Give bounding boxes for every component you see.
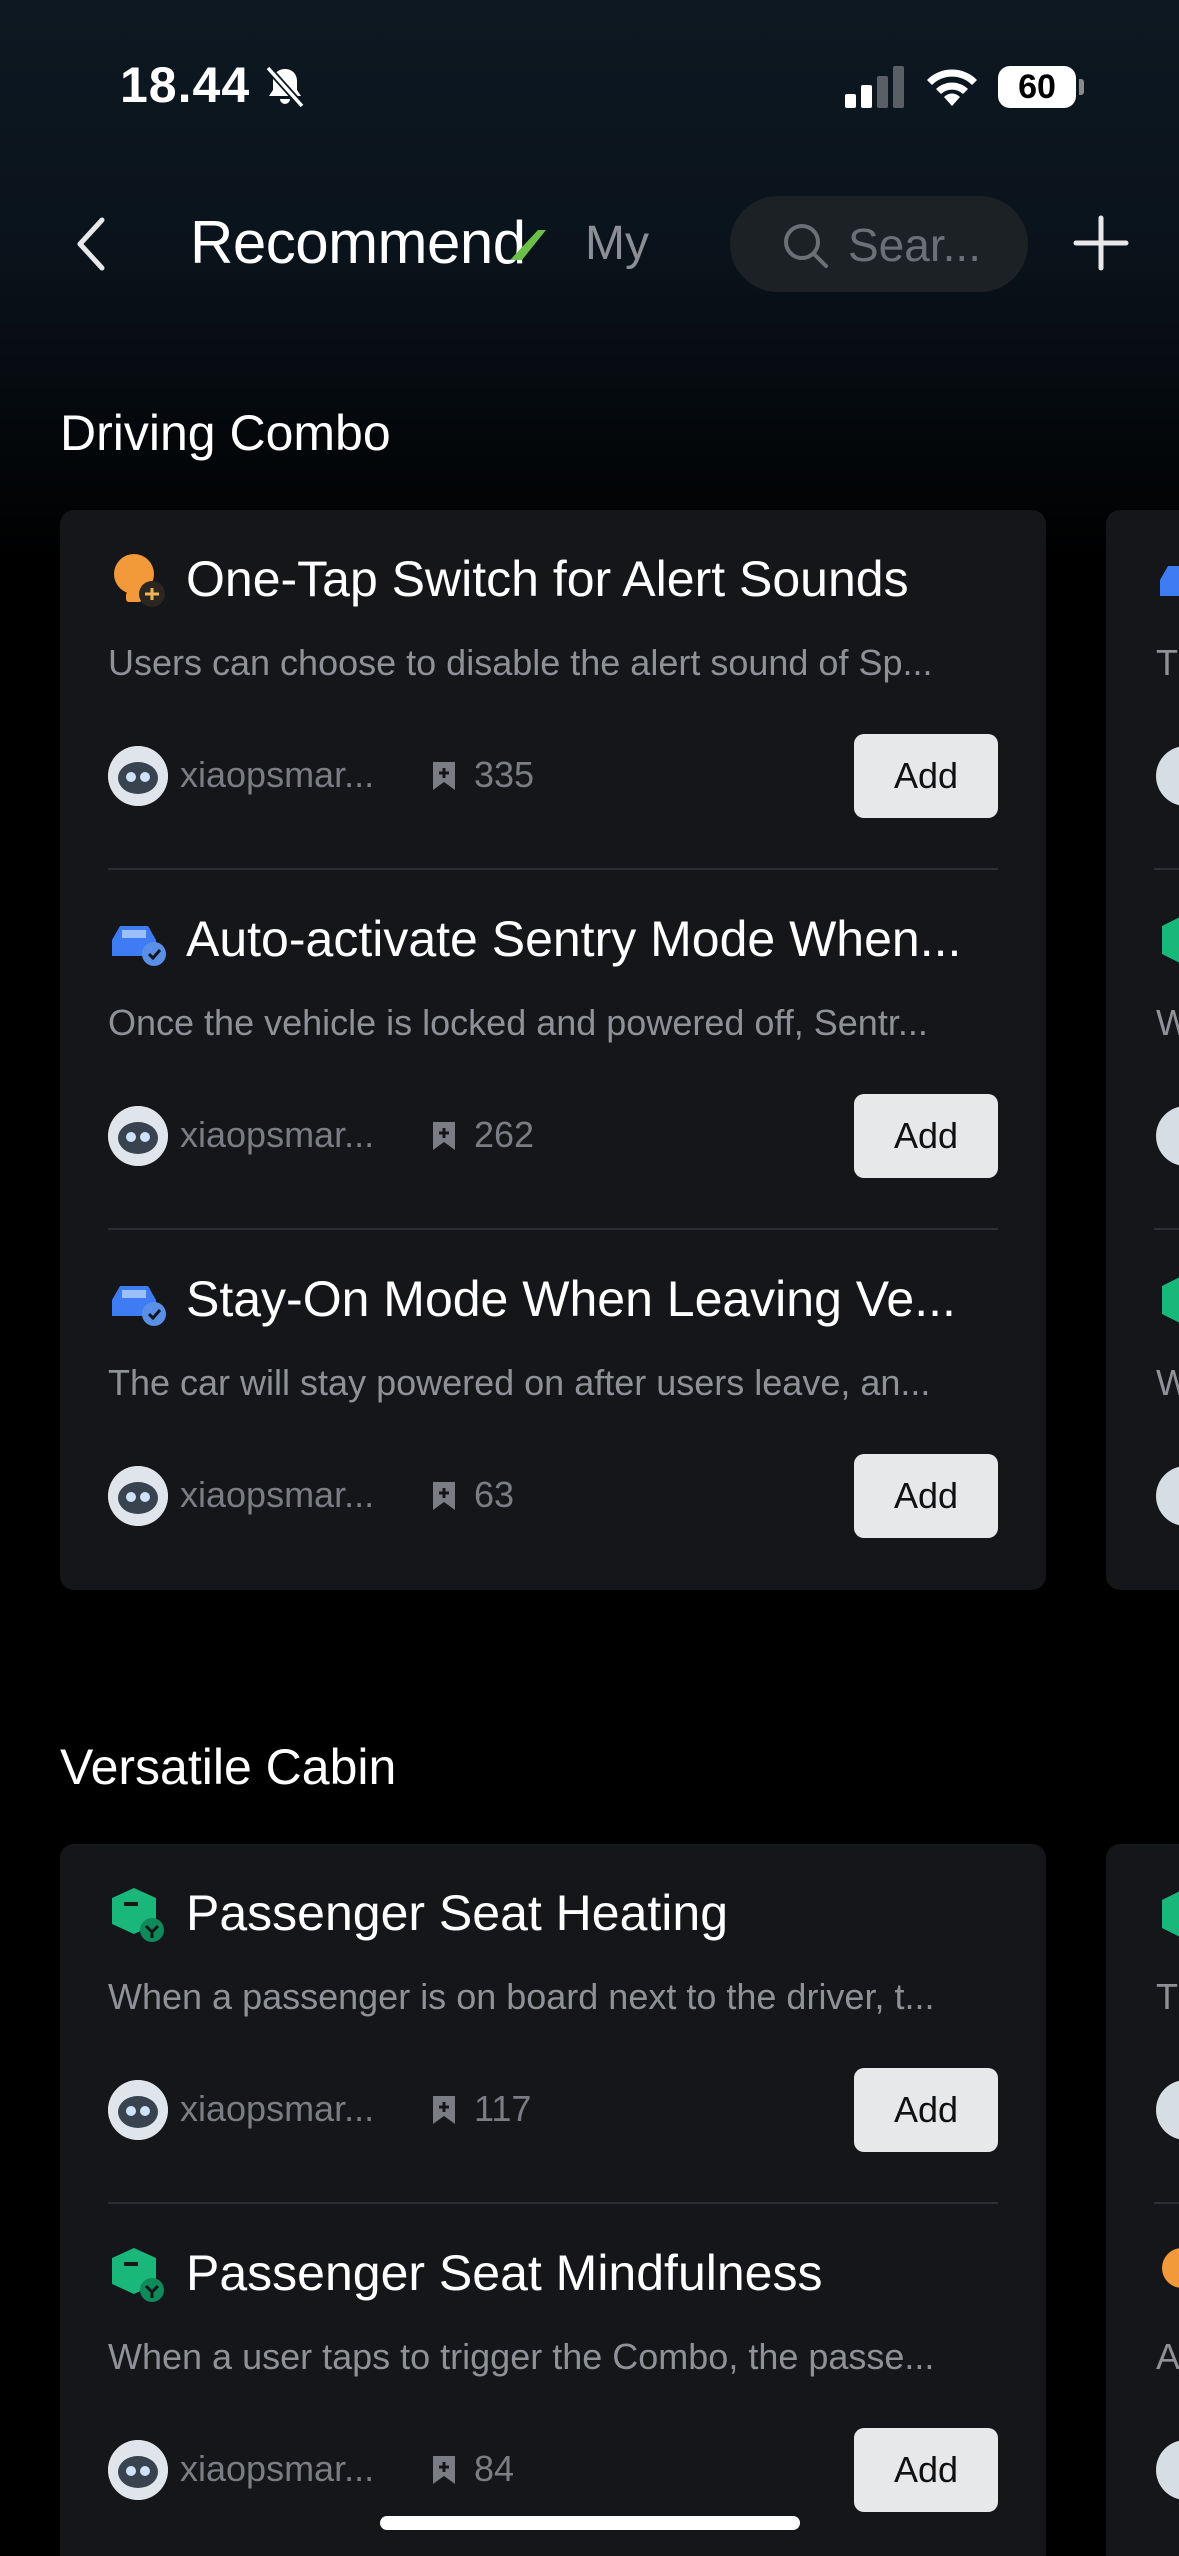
bookmark-icon [433,2456,455,2484]
battery-tip [1079,79,1084,95]
avatar [108,2440,168,2500]
search-input[interactable]: Sear... [730,196,1028,292]
author-name: xiaopsmar... [180,1114,375,1155]
add-button[interactable]: Add [854,1094,998,1178]
combo-card: One-Tap Switch for Alert Sounds Users ca… [60,510,1046,1590]
author-name: xiaopsmar... [180,2448,375,2489]
search-icon [784,224,828,268]
combo-item[interactable]: Passenger Seat Mindfulness When a user t… [108,2204,998,2556]
item-title: Passenger Seat Heating [186,1885,729,1941]
avatar [108,1106,168,1166]
divider [1154,1228,1179,1230]
add-button[interactable]: Add [854,2428,998,2512]
save-count: 262 [474,1114,535,1155]
add-button[interactable]: Add [854,1454,998,1538]
item-title: Passenger Seat Mindfulness [186,2245,823,2301]
peek-description: T [1156,1976,1178,2017]
bulb-icon [1162,2248,1179,2288]
save-count: 84 [474,2448,515,2489]
peek-description: W [1156,1002,1179,1043]
item-title: Auto-activate Sentry Mode When... [186,911,962,967]
author-name: xiaopsmar... [180,754,375,795]
add-button[interactable]: Add [854,2068,998,2152]
avatar [1156,746,1179,806]
seat-cube-icon [1162,917,1179,963]
battery-indicator: 60 [998,66,1076,108]
plus-icon[interactable] [1072,214,1130,272]
back-icon[interactable] [66,212,122,276]
divider [1154,868,1179,870]
car-icon [112,1286,166,1326]
bulb-icon [114,554,165,607]
bell-slash-icon [265,65,305,109]
peek-description: W [1156,1362,1179,1403]
add-button[interactable]: Add [854,734,998,818]
tab-my[interactable]: My [585,216,649,271]
tab-recommend[interactable]: Recommend [190,208,526,277]
item-description: Users can choose to disable the alert so… [108,642,933,683]
avatar [1156,2080,1179,2140]
combo-item[interactable]: One-Tap Switch for Alert Sounds Users ca… [108,510,998,870]
next-combo-card[interactable]: T A [1106,1844,1179,2556]
car-icon [1160,566,1179,596]
avatar [1156,1106,1179,1166]
combo-item[interactable]: Auto-activate Sentry Mode When... Once t… [108,870,998,1230]
seat-cube-icon [1162,1277,1179,1323]
item-description: The car will stay powered on after users… [108,1362,931,1403]
active-tab-indicator [510,230,546,260]
bookmark-icon [433,762,455,790]
item-description: Once the vehicle is locked and powered o… [108,1002,928,1043]
avatar [1156,1466,1179,1526]
seat-cube-icon [112,1888,164,1942]
home-indicator[interactable] [380,2516,800,2530]
section-title: Versatile Cabin [60,1739,397,1795]
save-count: 335 [474,754,535,795]
car-icon [112,926,166,966]
status-time: 18.44 [120,57,251,113]
wifi-icon [927,69,977,106]
save-count: 117 [474,2088,532,2129]
peek-description: A [1156,2336,1179,2377]
section-title: Driving Combo [60,405,391,461]
avatar [108,746,168,806]
divider [1154,2202,1179,2204]
combo-item[interactable]: Passenger Seat Heating When a passenger … [108,1844,998,2204]
item-description: When a passenger is on board next to the… [108,1976,935,2017]
bookmark-icon [433,1122,455,1150]
search-placeholder: Sear... [848,219,981,271]
avatar [108,2080,168,2140]
item-title: Stay-On Mode When Leaving Ve... [186,1271,956,1327]
save-count: 63 [474,1474,515,1515]
seat-cube-icon [1162,1891,1179,1937]
bookmark-icon [433,1482,455,1510]
combo-card: Passenger Seat Heating When a passenger … [60,1844,1046,2556]
combo-item[interactable]: Stay-On Mode When Leaving Ve... The car … [108,1230,998,1590]
avatar [1156,2440,1179,2500]
bookmark-icon [433,2096,455,2124]
item-title: One-Tap Switch for Alert Sounds [186,551,909,607]
peek-description: T [1156,642,1178,683]
next-combo-card[interactable]: T W W [1106,510,1179,1590]
signal-icon [845,66,904,108]
author-name: xiaopsmar... [180,1474,375,1515]
seat-cube-icon [112,2248,164,2302]
item-description: When a user taps to trigger the Combo, t… [108,2336,935,2377]
avatar [108,1466,168,1526]
author-name: xiaopsmar... [180,2088,375,2129]
